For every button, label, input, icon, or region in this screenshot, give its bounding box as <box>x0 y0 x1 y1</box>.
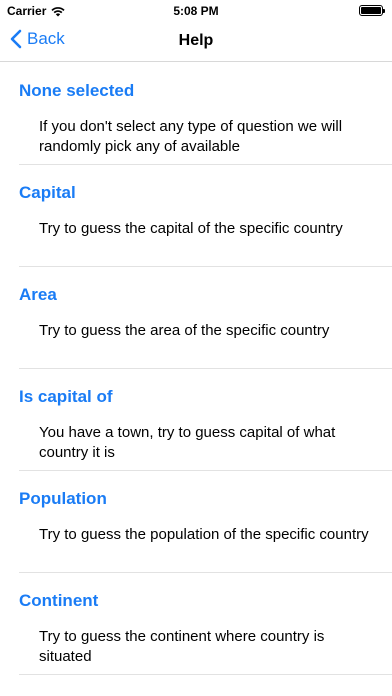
section-description: Try to guess the continent where country… <box>39 628 325 665</box>
separator <box>19 674 392 675</box>
help-section-population: Population Try to guess the population o… <box>0 471 392 573</box>
help-section-is-capital-of: Is capital of You have a town, try to gu… <box>0 369 392 471</box>
section-description: You have a town, try to guess capital of… <box>39 424 336 461</box>
section-title: None selected <box>19 81 135 100</box>
status-time: 5:08 PM <box>173 4 219 18</box>
help-section-capital: Capital Try to guess the capital of the … <box>0 165 392 267</box>
section-description: Try to guess the population of the speci… <box>39 526 369 543</box>
section-title: Population <box>19 489 107 508</box>
help-list: None selected If you don't select any ty… <box>0 63 392 675</box>
help-section-continent: Continent Try to guess the continent whe… <box>0 573 392 675</box>
battery-icon <box>359 5 385 16</box>
section-description: If you don't select any type of question… <box>39 118 343 155</box>
page-title: Help <box>178 32 214 49</box>
status-bar: Carrier 5:08 PM <box>0 0 392 22</box>
status-right <box>359 5 385 16</box>
section-title: Capital <box>19 183 76 202</box>
battery-fill <box>361 7 381 14</box>
help-section-area: Area Try to guess the area of the specif… <box>0 267 392 369</box>
section-title: Is capital of <box>19 387 113 406</box>
section-description: Try to guess the area of the specific co… <box>39 322 330 339</box>
section-title: Continent <box>19 591 99 610</box>
help-section-none-selected: None selected If you don't select any ty… <box>0 63 392 165</box>
section-title: Area <box>19 285 57 304</box>
section-description: Try to guess the capital of the specific… <box>39 220 343 237</box>
navigation-bar: Back Help <box>0 22 392 62</box>
